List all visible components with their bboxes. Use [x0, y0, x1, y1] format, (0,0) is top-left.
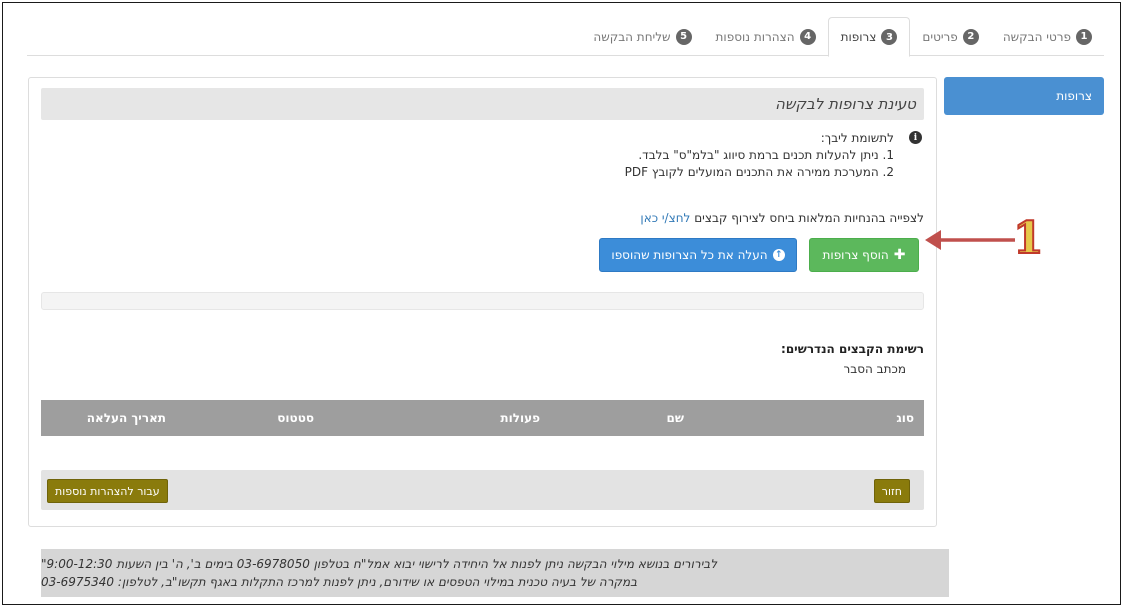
next-declarations-button[interactable]: עבור להצהרות נוספות [47, 479, 168, 503]
required-files-title: רשימת הקבצים הנדרשים: [781, 342, 924, 356]
column-type[interactable]: סוג [896, 411, 914, 425]
annotation-number: 1 [1012, 213, 1045, 264]
tab-number-badge: 5 [675, 28, 692, 45]
tab-items[interactable]: 2 פריטים [910, 17, 990, 56]
panel-title-text: טעינת צרופות לבקשה [775, 95, 916, 113]
add-attachments-label: הוסף צרופות [822, 248, 889, 262]
wizard-tabs: 1 פרטי הבקשה 2 פריטים 3 צרופות 4 הצהרות … [27, 17, 1104, 57]
guidelines-line: לצפייה בהנחיות המלאות ביחס לצירוף קבצים … [640, 211, 924, 225]
tab-attachments[interactable]: 3 צרופות [827, 17, 911, 57]
guidelines-link[interactable]: לחצ/י כאן [640, 211, 690, 225]
tab-number-badge: 1 [1076, 28, 1092, 45]
column-status[interactable]: סטטוס [277, 411, 314, 425]
tab-request-details[interactable]: 1 פרטי הבקשה [991, 17, 1104, 56]
side-nav-attachments[interactable]: צרופות [944, 77, 1104, 115]
guidelines-text: לצפייה בהנחיות המלאות ביחס לצירוף קבצים [694, 211, 924, 225]
tab-label: פריטים [922, 29, 958, 44]
info-icon: i [909, 131, 922, 144]
notice-line-1: 1. ניתן להעלות תכנים ברמת סיווג "בלמ"ס" … [638, 148, 894, 162]
tab-number-badge: 4 [799, 28, 816, 45]
notice-line-2: 2. המערכת ממירה את התכנים המועלים לקובץ … [624, 165, 894, 179]
side-nav-label: צרופות [1056, 89, 1092, 103]
tab-number-badge: 3 [881, 29, 898, 45]
tab-label: פרטי הבקשה [1002, 29, 1071, 44]
tab-submit-request[interactable]: 5 שליחת הבקשה [581, 17, 703, 56]
notice-heading: לתשומת ליבך: [820, 131, 894, 145]
notice-block: i לתשומת ליבך: 1. ניתן להעלות תכנים ברמת… [422, 130, 922, 181]
add-attachments-button[interactable]: ✚ הוסף צרופות [809, 238, 919, 272]
upload-arrow-icon: ↑ [772, 249, 785, 261]
window-frame: 1 פרטי הבקשה 2 פריטים 3 צרופות 4 הצהרות … [2, 2, 1121, 605]
tab-number-badge: 2 [962, 28, 979, 45]
annotation-arrow-icon [925, 230, 1015, 250]
panel-title: טעינת צרופות לבקשה [41, 88, 924, 120]
tab-label: שליחת הבקשה [593, 29, 671, 44]
attachments-panel: טעינת צרופות לבקשה i לתשומת ליבך: 1. נית… [28, 77, 937, 527]
tab-label: צרופות [840, 30, 877, 44]
contact-line-2: במקרה של בעיה טכנית במילוי הטפסים או שיד… [41, 575, 638, 589]
plus-icon: ✚ [893, 247, 906, 263]
contact-info-note: לבירורים בנושא מילוי הבקשה ניתן לפנות אל… [41, 549, 949, 597]
upload-progress-bar [41, 292, 924, 310]
contact-line-1: לבירורים בנושא מילוי הבקשה ניתן לפנות אל… [41, 557, 718, 571]
tab-label: הצהרות נוספות [715, 29, 795, 44]
tab-additional-declarations[interactable]: 4 הצהרות נוספות [704, 17, 828, 56]
attachments-table-header: סוג שם פעולות סטטוס תאריך העלאה [41, 400, 924, 436]
column-actions: פעולות [500, 411, 540, 425]
upload-all-button[interactable]: ↑ העלה את כל הצרופות שהוספו [599, 238, 797, 272]
upload-all-label: העלה את כל הצרופות שהוספו [611, 248, 768, 262]
panel-footer: חזור עבור להצהרות נוספות [41, 470, 924, 510]
column-upload-date[interactable]: תאריך העלאה [87, 411, 166, 425]
required-file-item: מכתב הסבר [843, 362, 906, 376]
column-name[interactable]: שם [667, 411, 684, 425]
back-button[interactable]: חזור [873, 479, 910, 503]
